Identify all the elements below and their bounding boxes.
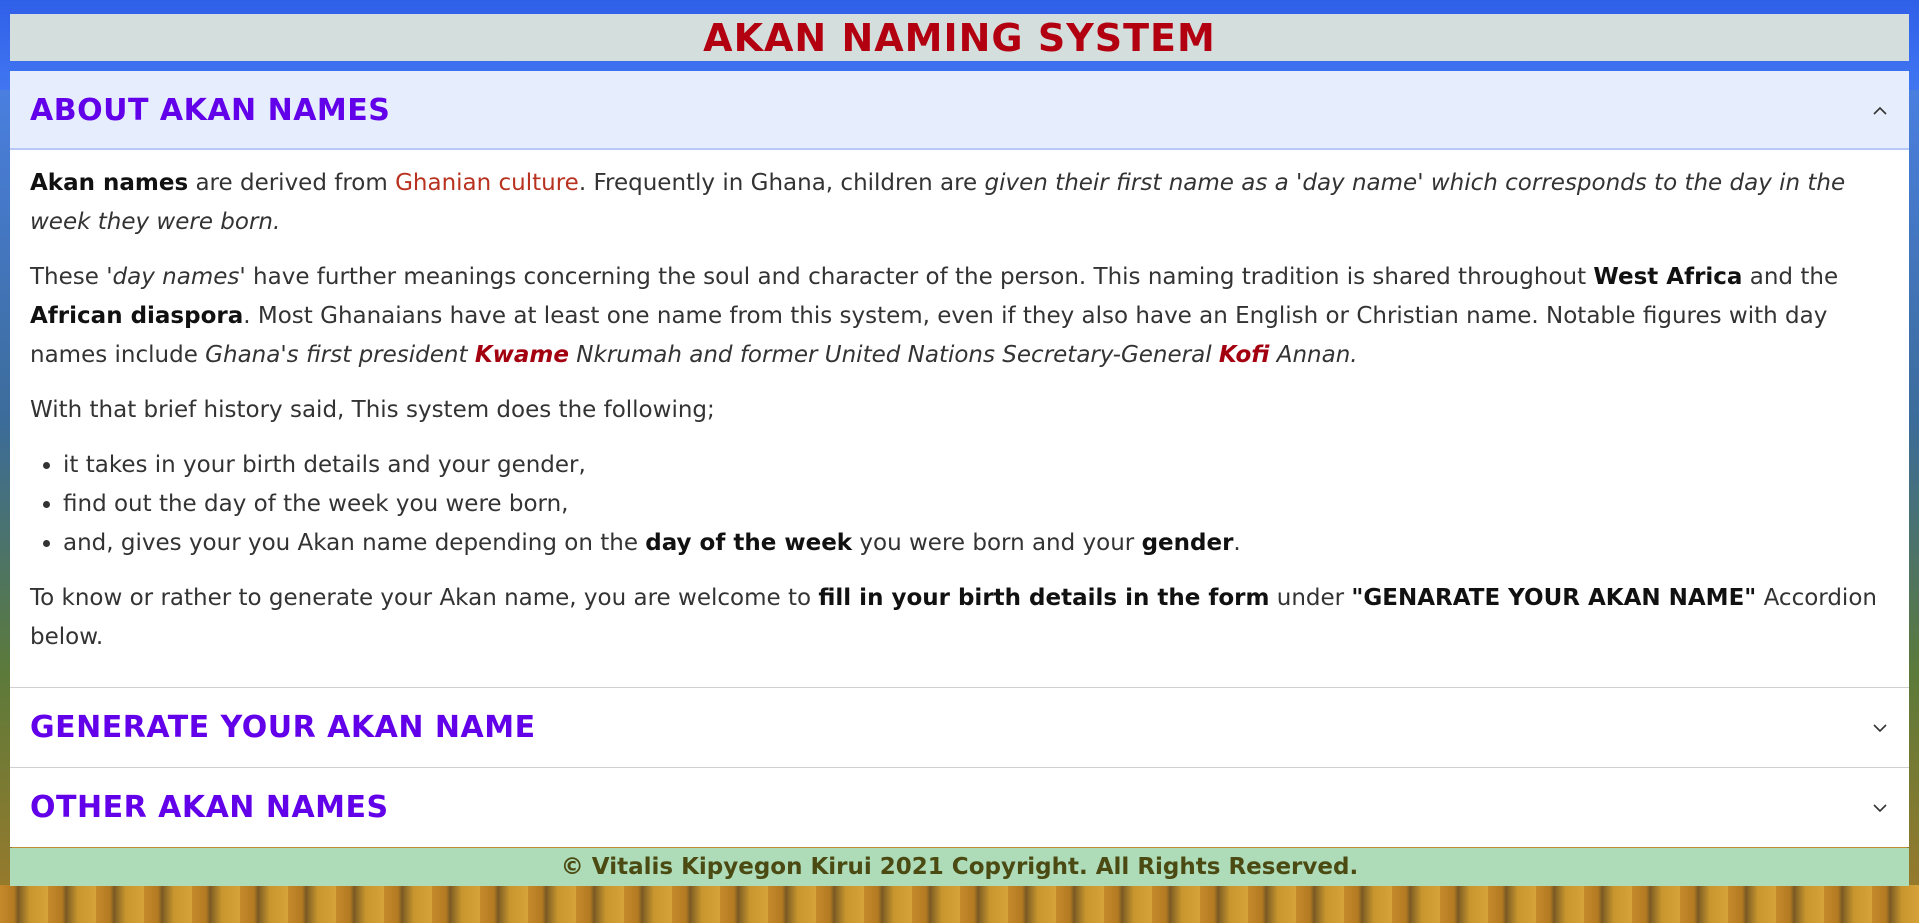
- chevron-up-icon[interactable]: [1871, 102, 1889, 120]
- title-bar: AKAN NAMING SYSTEM: [10, 14, 1909, 61]
- accordion-header-about[interactable]: ABOUT AKAN NAMES: [10, 71, 1909, 150]
- background-savanna: [0, 885, 1919, 923]
- text: under: [1269, 585, 1352, 611]
- italic-text: Nkrumah and former United Nations Secret…: [568, 342, 1219, 368]
- akan-names-bold: Akan names: [30, 170, 189, 196]
- main-container: AKAN NAMING SYSTEM ABOUT AKAN NAMES Akan…: [10, 14, 1909, 847]
- day-of-week-bold: day of the week: [645, 530, 853, 556]
- accordion-item-generate: GENERATE YOUR AKAN NAME: [10, 688, 1909, 768]
- west-africa-bold: West Africa: [1593, 264, 1743, 290]
- text: These: [30, 264, 107, 290]
- footer: © Vitalis Kipyegon Kirui 2021 Copyright.…: [10, 848, 1909, 886]
- list-item: find out the day of the week you were bo…: [63, 485, 1889, 524]
- about-paragraph-1: Akan names are derived from Ghanian cult…: [30, 164, 1889, 242]
- fill-details-bold: fill in your birth details in the form: [818, 585, 1270, 611]
- text: . Frequently in Ghana, children are: [578, 170, 985, 196]
- gender-bold: gender: [1141, 530, 1234, 556]
- italic-text: Ghana's first president: [205, 342, 475, 368]
- text: are derived from: [188, 170, 396, 196]
- italic-text: Annan.: [1269, 342, 1358, 368]
- italic-text: 'day names': [106, 264, 246, 290]
- copyright-text: © Vitalis Kipyegon Kirui 2021 Copyright.…: [560, 854, 1359, 880]
- generate-reference-bold: "GENARATE YOUR AKAN NAME": [1351, 585, 1757, 611]
- accordion-item-about: ABOUT AKAN NAMES Akan names are derived …: [10, 71, 1909, 688]
- accordion-item-other: OTHER AKAN NAMES: [10, 768, 1909, 847]
- ghanian-culture-link[interactable]: Ghanian culture: [395, 170, 579, 196]
- accordion-title-other: OTHER AKAN NAMES: [30, 790, 389, 825]
- accordion-body-about: Akan names are derived from Ghanian cult…: [10, 150, 1909, 687]
- list-item: it takes in your birth details and your …: [63, 446, 1889, 485]
- name-kwame: Kwame: [474, 342, 569, 368]
- accordion-title-about: ABOUT AKAN NAMES: [30, 93, 391, 128]
- text: .: [1233, 530, 1241, 556]
- chevron-down-icon[interactable]: [1871, 799, 1889, 817]
- text: you were born and your: [852, 530, 1142, 556]
- text: have further meanings concerning the sou…: [245, 264, 1594, 290]
- about-paragraph-2: These 'day names' have further meanings …: [30, 258, 1889, 375]
- accordion: ABOUT AKAN NAMES Akan names are derived …: [10, 71, 1909, 847]
- name-kofi: Kofi: [1218, 342, 1270, 368]
- african-diaspora-bold: African diaspora: [30, 303, 244, 329]
- features-list: it takes in your birth details and your …: [30, 446, 1889, 563]
- page-title: AKAN NAMING SYSTEM: [703, 15, 1216, 60]
- accordion-header-generate[interactable]: GENERATE YOUR AKAN NAME: [10, 688, 1909, 767]
- chevron-down-icon[interactable]: [1871, 719, 1889, 737]
- accordion-title-generate: GENERATE YOUR AKAN NAME: [30, 710, 536, 745]
- about-paragraph-3: With that brief history said, This syste…: [30, 397, 715, 423]
- text: and the: [1742, 264, 1839, 290]
- text: To know or rather to generate your Akan …: [30, 585, 819, 611]
- text: and, gives your you Akan name depending …: [63, 530, 646, 556]
- list-item: and, gives your you Akan name depending …: [63, 524, 1889, 563]
- accordion-header-other[interactable]: OTHER AKAN NAMES: [10, 768, 1909, 847]
- about-paragraph-4: To know or rather to generate your Akan …: [30, 579, 1889, 657]
